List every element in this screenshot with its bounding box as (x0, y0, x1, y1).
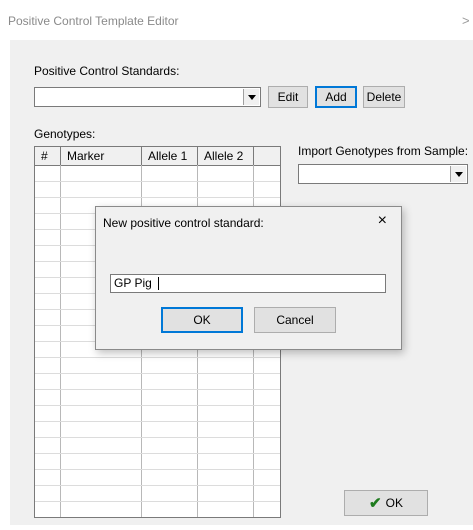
column-header-marker[interactable]: Marker (61, 147, 142, 165)
standard-name-value: GP Pig (114, 276, 152, 290)
new-standard-dialog: New positive control standard: × GP Pig … (95, 206, 402, 350)
dialog-cancel-button[interactable]: Cancel (254, 307, 336, 333)
genotypes-label: Genotypes: (34, 127, 96, 141)
table-row-divider (35, 469, 280, 470)
chevron-down-icon[interactable] (450, 166, 466, 182)
column-header-allele-1[interactable]: Allele 1 (142, 147, 198, 165)
standards-label: Positive Control Standards: (34, 64, 180, 78)
dialog-title: New positive control standard: (103, 216, 264, 230)
add-button[interactable]: Add (315, 86, 357, 108)
ok-button[interactable]: ✔ OK (344, 490, 428, 516)
dialog-ok-button[interactable]: OK (161, 307, 243, 333)
import-genotypes-label: Import Genotypes from Sample: (298, 144, 469, 158)
edit-button[interactable]: Edit (268, 86, 308, 108)
checkmark-icon: ✔ (369, 495, 382, 512)
chevron-down-icon[interactable] (243, 89, 259, 105)
table-row-divider (35, 181, 280, 182)
table-row-divider (35, 437, 280, 438)
table-row-divider (35, 389, 280, 390)
ok-button-label: OK (385, 496, 403, 510)
close-icon[interactable]: × (378, 212, 387, 230)
standards-dropdown[interactable] (34, 87, 261, 107)
column-header-allele-2[interactable]: Allele 2 (198, 147, 254, 165)
genotypes-grid-header: # Marker Allele 1 Allele 2 (35, 147, 280, 166)
text-caret (157, 277, 159, 291)
table-row-divider (35, 501, 280, 502)
table-row-divider (35, 197, 280, 198)
column-header-number[interactable]: # (35, 147, 61, 165)
table-row-divider (35, 373, 280, 374)
table-row-divider (35, 357, 280, 358)
table-row-divider (35, 485, 280, 486)
standard-name-input[interactable]: GP Pig (110, 274, 386, 293)
table-row-divider (35, 405, 280, 406)
table-row-divider (35, 517, 280, 518)
window-close-button[interactable]: > (462, 13, 470, 28)
table-row-divider (35, 453, 280, 454)
window-title: Positive Control Template Editor (8, 14, 179, 28)
delete-button[interactable]: Delete (363, 86, 405, 108)
table-row-divider (35, 421, 280, 422)
import-sample-dropdown[interactable] (298, 164, 468, 184)
